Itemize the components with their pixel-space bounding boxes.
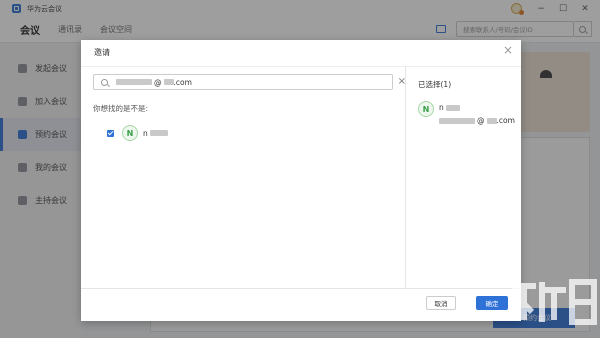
selected-contact-info: n @ .com (439, 101, 515, 127)
contact-avatar: N (418, 101, 434, 117)
name-prefix: n (143, 128, 148, 138)
redacted-text (486, 117, 497, 124)
search-value: @ .com (116, 78, 192, 87)
confirm-button[interactable]: 确定 (476, 296, 508, 310)
dialog-close-icon[interactable]: × (503, 43, 513, 57)
redacted-text (445, 104, 460, 111)
selected-count-label: 已选择(1) (418, 80, 452, 89)
suggestion-name: n (143, 129, 168, 138)
selected-contact-email: @ .com (439, 114, 515, 127)
selected-contact: N n @ .com (418, 101, 515, 127)
suggestion-checkbox[interactable] (107, 129, 114, 137)
cancel-button[interactable]: 取消 (426, 296, 456, 310)
search-icon (101, 78, 108, 86)
email-domain-suffix: .com (496, 116, 515, 125)
name-prefix: n (439, 103, 444, 112)
dialog-title: 邀请 (94, 48, 110, 57)
redacted-text (116, 79, 152, 85)
invite-search-input[interactable]: @ .com × (93, 74, 406, 90)
selected-contact-name: n (439, 101, 515, 114)
suggestion-item[interactable]: N n (107, 125, 168, 141)
search-at-sign: @ (154, 77, 162, 87)
redacted-text (439, 117, 475, 124)
contact-avatar: N (122, 125, 138, 141)
invite-dialog: 邀请 × @ .com × 你想找的是不是: N n 已选择(1) N n @ … (81, 40, 521, 321)
suggestion-label: 你想找的是不是: (93, 104, 149, 113)
dialog-selected-pane: 已选择(1) N n @ .com (405, 66, 521, 288)
site-watermark-logo (512, 279, 597, 325)
email-at-sign: @ (477, 116, 485, 125)
dialog-search-pane: @ .com × 你想找的是不是: N n (81, 66, 406, 288)
search-domain-suffix: .com (173, 77, 192, 87)
redacted-text (149, 130, 168, 136)
redacted-text (163, 79, 174, 85)
